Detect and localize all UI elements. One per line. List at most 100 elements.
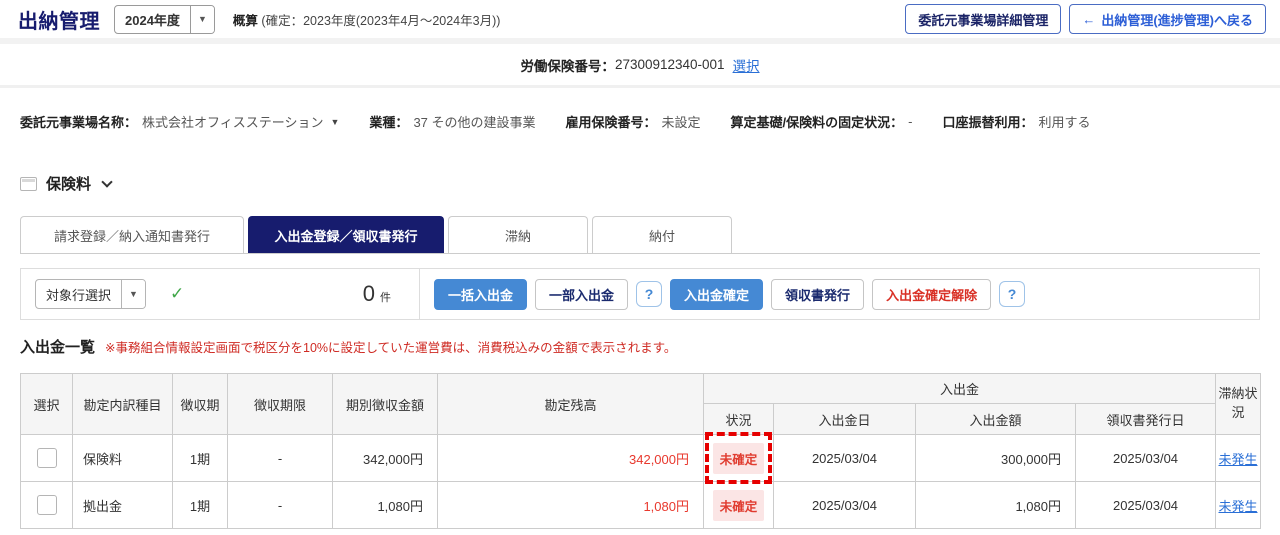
balance-cell: 342,000円 bbox=[629, 451, 689, 467]
tab-billing-registration[interactable]: 請求登録／納入通知書発行 bbox=[20, 216, 244, 253]
row-checkbox[interactable] bbox=[36, 448, 57, 468]
col-item: 勘定内訳種目 bbox=[72, 373, 173, 435]
status-badge: 未確定 bbox=[712, 489, 765, 521]
back-to-progress-button[interactable]: ← 出納管理(進捗管理)へ戻る bbox=[1069, 4, 1266, 34]
info-bar: 委託元事業場名称： 株式会社オフィスステーション ▼ 業種： 37 その他の建設… bbox=[0, 88, 1280, 131]
employment-insurance-label: 雇用保険番号： bbox=[565, 115, 657, 130]
table-header: 選択 勘定内訳種目 徴収期 徴収期限 期別徴収金額 勘定残高 入出金 滞納状況 … bbox=[20, 373, 1262, 435]
industry-value: 37 その他の建設事業 bbox=[413, 115, 536, 130]
status-badge: 未確定 bbox=[712, 442, 765, 474]
period-amount-cell: 342,000円 bbox=[363, 451, 423, 467]
section-header: 保険料 bbox=[20, 173, 1280, 194]
selected-count-value: 0 bbox=[362, 281, 375, 306]
year-select[interactable]: 2024年度 ▼ bbox=[114, 4, 215, 34]
period-cell: 1期 bbox=[189, 451, 211, 467]
tab-payment-registration[interactable]: 入出金登録／領収書発行 bbox=[248, 216, 444, 253]
col-group-payment: 入出金 bbox=[702, 373, 1217, 404]
tab-payment[interactable]: 納付 bbox=[592, 216, 732, 253]
col-status: 状況 bbox=[703, 403, 774, 435]
fixed-status-label: 算定基礎/保険料の固定状況： bbox=[730, 115, 904, 130]
col-deadline: 徴収期限 bbox=[227, 373, 333, 435]
check-icon: ✓ bbox=[170, 284, 185, 303]
row-select-dropdown[interactable]: 対象行選択 ▼ bbox=[35, 279, 147, 309]
arrears-status-link[interactable]: 未発生 bbox=[1219, 496, 1258, 515]
table-row: 拠出金 1期 - 1,080円 1,080円 未確定 2025/03/04 1,… bbox=[20, 481, 1262, 529]
insurance-number-bar: 労働保険番号： 27300912340-001 選択 bbox=[0, 44, 1280, 88]
deadline-cell: - bbox=[277, 450, 283, 466]
period-amount-cell: 1,080円 bbox=[377, 498, 423, 514]
client-name-label: 委託元事業場名称： bbox=[20, 115, 138, 130]
help-button-1[interactable]: ? bbox=[636, 281, 663, 307]
client-detail-manage-button[interactable]: 委託元事業場詳細管理 bbox=[905, 4, 1062, 34]
header-bar: 出納管理 2024年度 ▼ 概算 (確定：2023年度(2023年4月～2024… bbox=[0, 0, 1280, 44]
year-select-value: 2024年度 bbox=[125, 12, 180, 28]
panel-icon bbox=[20, 176, 37, 191]
account-transfer-value: 利用する bbox=[1038, 115, 1091, 130]
row-checkbox[interactable] bbox=[36, 495, 57, 515]
col-arrears: 滞納状況 bbox=[1215, 373, 1262, 435]
col-period: 徴収期 bbox=[172, 373, 228, 435]
item-cell: 保険料 bbox=[83, 451, 123, 467]
partial-payment-button[interactable]: 一部入出金 bbox=[535, 278, 629, 310]
chevron-down-icon: ▼ bbox=[121, 280, 146, 308]
col-pay-amount: 入出金額 bbox=[915, 403, 1076, 435]
summary-text: 概算 (確定：2023年度(2023年4月～2024年3月)) bbox=[233, 10, 500, 29]
page-title: 出納管理 bbox=[18, 10, 100, 33]
back-button-label: 出納管理(進捗管理)へ戻る bbox=[1101, 12, 1253, 28]
col-receipt-date: 領収書発行日 bbox=[1074, 403, 1217, 435]
row-select-label: 対象行選択 bbox=[46, 287, 112, 303]
confirm-payment-button[interactable]: 入出金確定 bbox=[670, 278, 764, 310]
period-cell: 1期 bbox=[189, 498, 211, 514]
insurance-number-label: 労働保険番号： bbox=[520, 58, 615, 74]
fixed-status-value: - bbox=[908, 114, 913, 129]
list-heading: 入出金一覧 ※事務組合情報設定画面で税区分を10%に設定していた運営費は、消費税… bbox=[20, 336, 1260, 357]
list-title: 入出金一覧 bbox=[20, 339, 96, 356]
item-cell: 拠出金 bbox=[83, 498, 123, 514]
table-row: 保険料 1期 - 342,000円 342,000円 未確定 2025/03/0… bbox=[20, 432, 1262, 484]
client-name-field[interactable]: 委託元事業場名称： 株式会社オフィスステーション ▼ bbox=[20, 112, 339, 131]
fixed-status-field: 算定基礎/保険料の固定状況： - bbox=[731, 112, 913, 131]
pay-date-cell: 2025/03/04 bbox=[811, 497, 878, 513]
col-select: 選択 bbox=[20, 373, 73, 435]
balance-cell: 1,080円 bbox=[643, 498, 689, 514]
unconfirm-payment-button[interactable]: 入出金確定解除 bbox=[872, 278, 992, 310]
header-buttons: 委託元事業場詳細管理 ← 出納管理(進捗管理)へ戻る bbox=[905, 4, 1266, 34]
arrears-status-link[interactable]: 未発生 bbox=[1219, 449, 1258, 468]
receipt-date-cell: 2025/03/04 bbox=[1112, 450, 1179, 466]
toolbar-actions: 一括入出金 一部入出金 ? 入出金確定 領収書発行 入出金確定解除 ? bbox=[419, 269, 1259, 319]
issue-receipt-button[interactable]: 領収書発行 bbox=[771, 278, 865, 310]
account-transfer-field: 口座振替利用： 利用する bbox=[943, 112, 1091, 131]
client-name-value: 株式会社オフィスステーション bbox=[142, 115, 324, 130]
tab-bar: 請求登録／納入通知書発行 入出金登録／領収書発行 滞納 納付 bbox=[20, 216, 1260, 254]
summary-label: 概算 bbox=[232, 13, 258, 28]
col-pay-date: 入出金日 bbox=[773, 403, 916, 435]
insurance-number-value: 27300912340-001 bbox=[614, 57, 725, 72]
tab-arrears[interactable]: 滞納 bbox=[448, 216, 588, 253]
pay-date-cell: 2025/03/04 bbox=[811, 450, 878, 466]
help-button-2[interactable]: ? bbox=[999, 281, 1026, 307]
back-arrow-icon: ← bbox=[1082, 11, 1096, 27]
toolbar: 対象行選択 ▼ ✓ 0 件 一括入出金 一部入出金 ? 入出金確定 領収書発行 … bbox=[20, 268, 1260, 320]
col-balance: 勘定残高 bbox=[437, 373, 704, 435]
employment-insurance-field: 雇用保険番号： 未設定 bbox=[566, 112, 701, 131]
pay-amount-cell: 300,000円 bbox=[1001, 451, 1061, 467]
summary-detail: (確定：2023年度(2023年4月～2024年3月)) bbox=[261, 13, 501, 28]
industry-label: 業種： bbox=[369, 115, 409, 130]
receipt-date-cell: 2025/03/04 bbox=[1112, 497, 1179, 513]
chevron-down-icon: ▼ bbox=[330, 116, 340, 127]
insurance-number-select-link[interactable]: 選択 bbox=[733, 55, 760, 75]
selected-count: 0 件 bbox=[363, 281, 419, 307]
toolbar-selection-area: 対象行選択 ▼ ✓ 0 件 bbox=[21, 269, 419, 319]
payments-table: 選択 勘定内訳種目 徴収期 徴収期限 期別徴収金額 勘定残高 入出金 滞納状況 … bbox=[20, 373, 1262, 529]
list-note: ※事務組合情報設定画面で税区分を10%に設定していた運営費は、消費税込みの金額で… bbox=[105, 341, 677, 355]
pay-amount-cell: 1,080円 bbox=[1015, 498, 1061, 514]
section-title: 保険料 bbox=[46, 176, 92, 193]
deadline-cell: - bbox=[277, 497, 283, 513]
col-period-amount: 期別徴収金額 bbox=[332, 373, 438, 435]
selected-count-unit: 件 bbox=[380, 292, 391, 304]
chevron-down-icon: ▼ bbox=[189, 5, 214, 33]
chevron-down-icon[interactable] bbox=[101, 175, 113, 188]
account-transfer-label: 口座振替利用： bbox=[942, 115, 1034, 130]
employment-insurance-value: 未設定 bbox=[661, 115, 701, 130]
bulk-payment-button[interactable]: 一括入出金 bbox=[434, 278, 528, 310]
